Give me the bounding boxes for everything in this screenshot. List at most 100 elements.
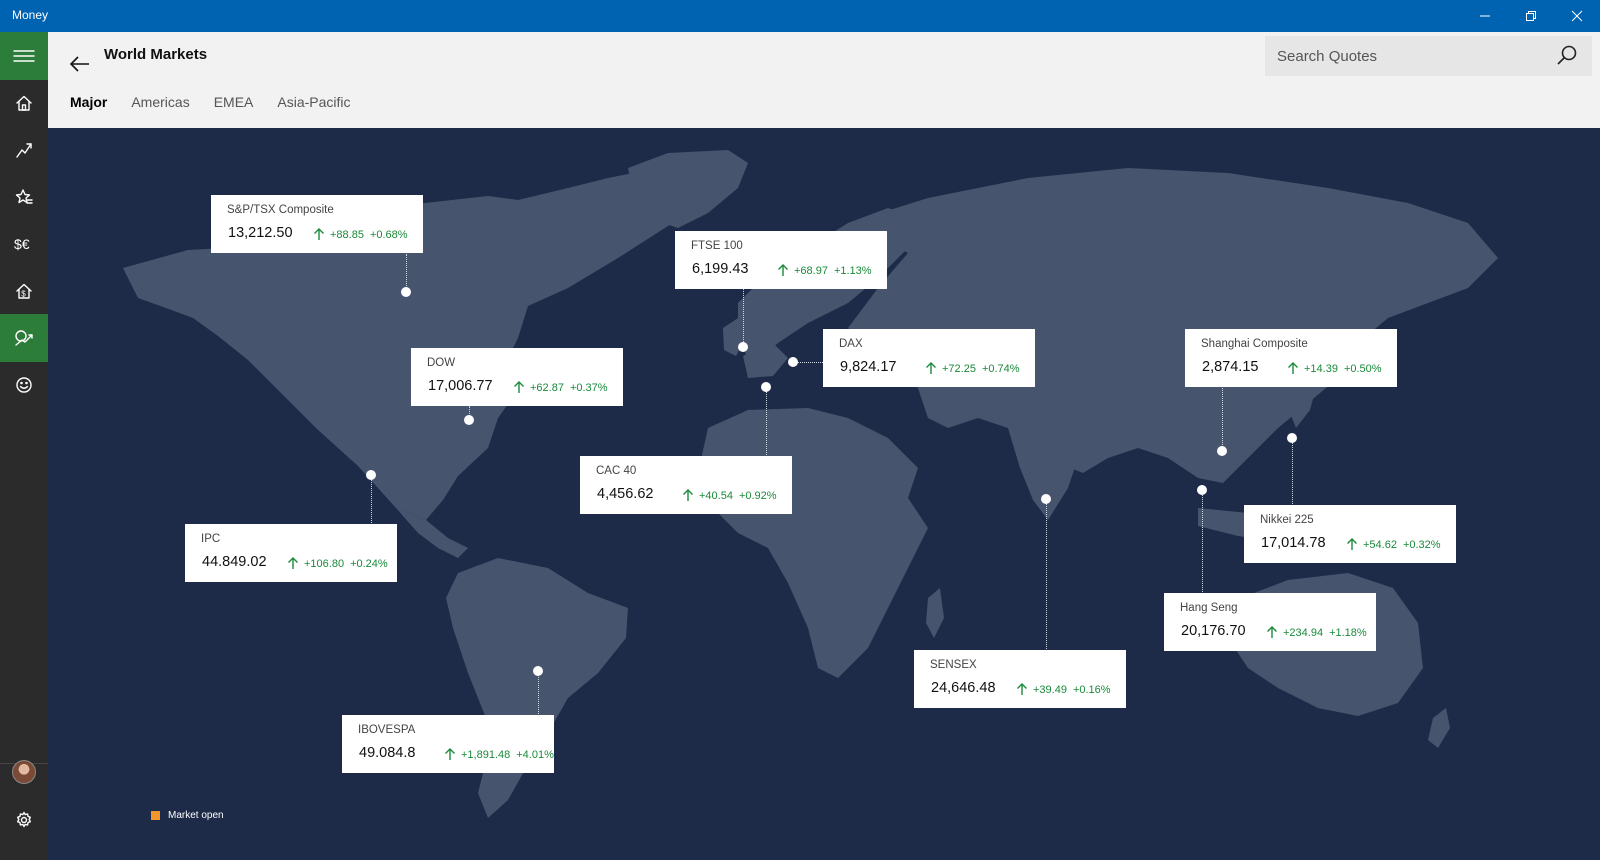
page-header: World Markets Major Americas EMEA Asia-P… (48, 32, 1600, 128)
market-price: 44.849.02 (202, 554, 267, 570)
market-name: S&P/TSX Composite (227, 204, 334, 216)
market-card-sensex[interactable]: SENSEX 24,646.48 +39.49 +0.16% (914, 650, 1126, 708)
nav-mortgage[interactable]: $ (0, 267, 48, 315)
marker-nikkei[interactable] (1287, 433, 1297, 443)
market-price: 13,212.50 (228, 225, 293, 241)
market-card-nikkei[interactable]: Nikkei 225 17,014.78 +54.62 +0.32% (1244, 505, 1456, 563)
change-value: +14.39 (1304, 363, 1338, 375)
arrow-up-icon (287, 556, 299, 570)
marker-dax[interactable] (788, 357, 798, 367)
arrow-up-icon (925, 361, 937, 375)
arrow-up-icon (682, 488, 694, 502)
marker-tsx[interactable] (401, 287, 411, 297)
market-name: Shanghai Composite (1201, 338, 1308, 350)
restore-button[interactable] (1508, 0, 1554, 32)
change-percent: +0.50% (1343, 363, 1382, 375)
page-title: World Markets (104, 46, 208, 63)
market-name: DAX (839, 338, 863, 350)
change-percent: +0.37% (569, 382, 608, 394)
minimize-button[interactable] (1462, 0, 1508, 32)
market-name: FTSE 100 (691, 240, 743, 252)
market-card-tsx[interactable]: S&P/TSX Composite 13,212.50 +88.85 +0.68% (211, 195, 423, 253)
back-arrow-icon (69, 56, 89, 72)
tab-americas[interactable]: Americas (131, 94, 189, 110)
marker-hangseng[interactable] (1197, 485, 1207, 495)
nav-home[interactable] (0, 79, 48, 127)
title-bar: Money (0, 0, 1600, 32)
market-card-shanghai[interactable]: Shanghai Composite 2,874.15 +14.39 +0.50% (1185, 329, 1397, 387)
nav-world-markets[interactable] (0, 314, 48, 362)
gear-icon (17, 811, 31, 828)
market-price: 4,456.62 (597, 486, 654, 502)
leader-shanghai (1222, 386, 1223, 451)
feedback-icon (16, 377, 32, 393)
market-card-ipc[interactable]: IPC 44.849.02 +106.80 +0.24% (185, 524, 397, 582)
marker-ftse[interactable] (738, 342, 748, 352)
arrow-up-icon (1016, 682, 1028, 696)
trend-icon (16, 143, 32, 158)
market-change: +14.39 +0.50% (1304, 363, 1382, 375)
tab-emea[interactable]: EMEA (214, 94, 254, 110)
market-change: +39.49 +0.16% (1033, 684, 1111, 696)
market-name: CAC 40 (596, 465, 637, 477)
change-value: +40.54 (699, 490, 733, 502)
back-button[interactable] (58, 42, 102, 86)
world-markets-icon (15, 330, 33, 346)
market-card-dow[interactable]: DOW 17,006.77 +62.87 +0.37% (411, 348, 623, 406)
leader-ipc (371, 475, 372, 523)
change-percent: +4.01% (516, 749, 554, 761)
hamburger-menu-button[interactable] (0, 32, 48, 80)
market-name: DOW (427, 357, 456, 369)
leader-sensex (1046, 499, 1047, 651)
market-change: +68.97 +1.13% (794, 265, 872, 277)
market-change: +72.25 +0.74% (942, 363, 1020, 375)
market-price: 49.084.8 (359, 745, 416, 761)
market-card-cac[interactable]: CAC 40 4,456.62 +40.54 +0.92% (580, 456, 792, 514)
legend-label: Market open (168, 810, 224, 821)
market-card-ftse[interactable]: FTSE 100 6,199.43 +68.97 +1.13% (675, 231, 887, 289)
change-value: +62.87 (530, 382, 564, 394)
settings-button[interactable] (0, 796, 48, 844)
change-value: +68.97 (794, 265, 828, 277)
change-value: +106.80 (304, 558, 345, 570)
search-button[interactable] (1555, 44, 1579, 68)
market-change: +88.85 +0.68% (330, 229, 408, 241)
close-button[interactable] (1554, 0, 1600, 32)
account-button[interactable] (0, 748, 48, 796)
nav-watchlist[interactable] (0, 173, 48, 221)
nav-currencies[interactable]: $€ (0, 220, 48, 268)
nav-feedback[interactable] (0, 361, 48, 409)
nav-markets[interactable] (0, 126, 48, 174)
marker-sensex[interactable] (1041, 494, 1051, 504)
marker-ipc[interactable] (366, 470, 376, 480)
change-value: +54.62 (1363, 539, 1397, 551)
leader-nikkei (1292, 438, 1293, 506)
search-box[interactable] (1265, 36, 1592, 76)
map-legend: Market open (151, 810, 224, 821)
home-icon (16, 95, 32, 111)
change-percent: +1.18% (1329, 627, 1367, 639)
market-name: Hang Seng (1180, 602, 1238, 614)
minimize-icon (1480, 15, 1490, 17)
leader-ftse (743, 288, 744, 346)
market-card-hangseng[interactable]: Hang Seng 20,176.70 +234.94 +1.18% (1164, 593, 1376, 651)
restore-icon (1526, 11, 1536, 21)
marker-ibovespa[interactable] (533, 666, 543, 676)
tab-major[interactable]: Major (70, 94, 107, 110)
market-card-ibovespa[interactable]: IBOVESPA 49.084.8 +1,891.48 +4.01% (342, 715, 554, 773)
search-input[interactable] (1265, 36, 1545, 76)
market-name: SENSEX (930, 659, 977, 671)
app-title: Money (12, 8, 49, 22)
change-percent: +0.32% (1402, 539, 1441, 551)
change-value: +234.94 (1283, 627, 1324, 639)
market-card-dax[interactable]: DAX 9,824.17 +72.25 +0.74% (823, 329, 1035, 387)
leader-ibovespa (538, 671, 539, 716)
arrow-up-icon (1346, 537, 1358, 551)
marker-shanghai[interactable] (1217, 446, 1227, 456)
change-percent: +0.92% (738, 490, 777, 502)
marker-cac[interactable] (761, 382, 771, 392)
tab-asia-pacific[interactable]: Asia-Pacific (277, 94, 350, 110)
change-percent: +0.24% (350, 558, 388, 570)
change-value: +39.49 (1033, 684, 1067, 696)
marker-dow[interactable] (464, 415, 474, 425)
